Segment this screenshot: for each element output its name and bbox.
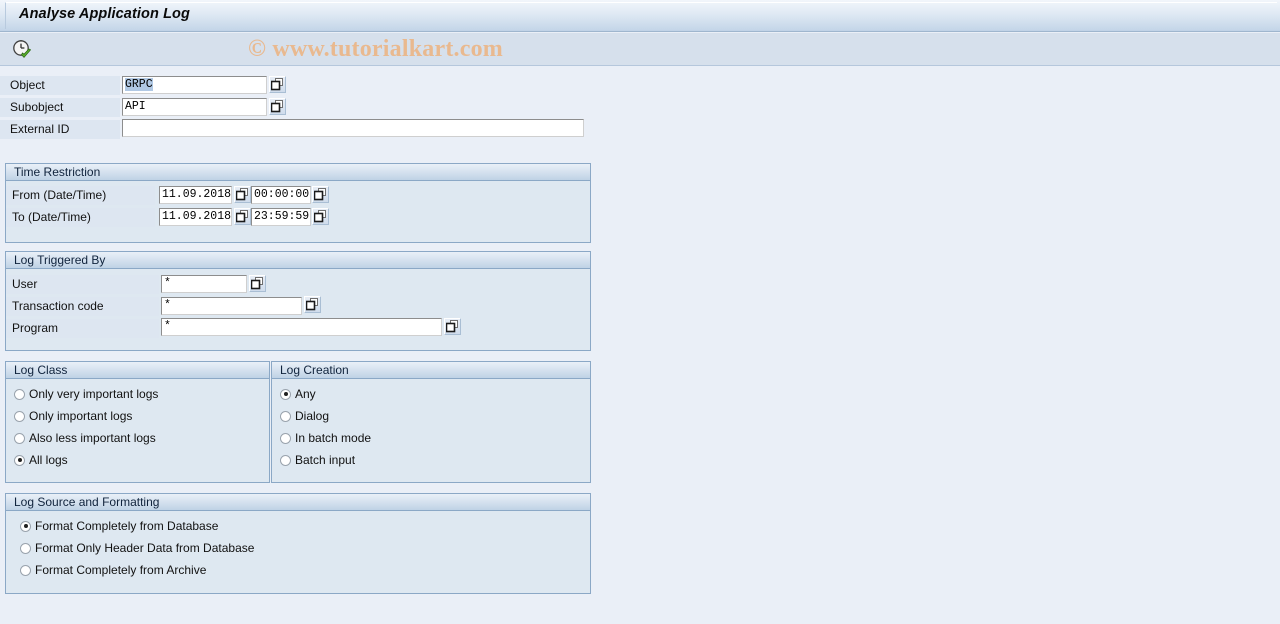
radio-label: Format Completely from Archive [35, 563, 207, 577]
object-matchcode-button[interactable] [269, 76, 286, 93]
external-id-input[interactable] [122, 119, 584, 137]
matchcode-icon [271, 100, 283, 113]
subobject-matchcode-button[interactable] [269, 98, 286, 115]
radio-format-completely-from-archive[interactable]: Format Completely from Archive [20, 563, 206, 577]
time-restriction-header: Time Restriction [6, 164, 590, 181]
radio-format-only-header-data-from-database[interactable]: Format Only Header Data from Database [20, 541, 254, 555]
object-input-value: GRPC [125, 78, 153, 91]
matchcode-icon [236, 188, 248, 201]
transaction-code-input[interactable]: * [161, 297, 302, 315]
to-time-input[interactable]: 23:59:59 [251, 208, 311, 226]
from-date-matchcode-button[interactable] [234, 186, 251, 203]
radio-dot [280, 388, 291, 400]
application-toolbar [0, 33, 1280, 66]
log-source-title: Log Source and Formatting [14, 495, 160, 509]
log-creation-title: Log Creation [280, 363, 349, 377]
label-subobject: Subobject [10, 100, 64, 114]
from-time-input[interactable]: 00:00:00 [251, 186, 311, 204]
radio-format-completely-from-database[interactable]: Format Completely from Database [20, 519, 218, 533]
radio-label: Format Completely from Database [35, 519, 219, 533]
radio-dot [20, 542, 31, 554]
label-to-datetime: To (Date/Time) [12, 210, 91, 224]
subobject-input[interactable]: API [122, 98, 267, 116]
page-title: Analyse Application Log [19, 6, 190, 22]
radio-label: Batch input [295, 453, 356, 467]
radio-label: Dialog [295, 409, 330, 423]
radio-dot [14, 454, 25, 466]
matchcode-icon [446, 320, 458, 333]
label-program: Program [12, 321, 59, 335]
log-creation-header: Log Creation [272, 362, 590, 379]
radio-only-important-logs[interactable]: Only important logs [14, 409, 132, 423]
subobject-input-value: API [125, 100, 146, 113]
time-restriction-title: Time Restriction [14, 165, 101, 179]
radio-also-less-important-logs[interactable]: Also less important logs [14, 431, 156, 445]
label-external-id: External ID [10, 122, 70, 136]
radio-any[interactable]: Any [280, 387, 316, 401]
execute-button[interactable] [11, 38, 33, 60]
radio-dot [14, 410, 25, 422]
log-class-title: Log Class [14, 363, 68, 377]
from-time-value: 00:00:00 [254, 188, 310, 201]
radio-dot [20, 564, 31, 576]
radio-dot [20, 520, 31, 532]
window-title-bar: Analyse Application Log [0, 0, 1280, 32]
label-object: Object [10, 78, 45, 92]
radio-in-batch-mode[interactable]: In batch mode [280, 431, 371, 445]
radio-label: Only very important logs [29, 387, 159, 401]
matchcode-icon [271, 78, 283, 91]
log-class-header: Log Class [6, 362, 269, 379]
to-date-matchcode-button[interactable] [234, 208, 251, 225]
title-bar-inner-bevel [5, 2, 1277, 29]
user-input-value: * [164, 277, 171, 290]
matchcode-icon [306, 298, 318, 311]
radio-only-very-important-logs[interactable]: Only very important logs [14, 387, 158, 401]
label-transaction-code: Transaction code [12, 299, 104, 313]
radio-dot [14, 432, 25, 444]
to-time-matchcode-button[interactable] [312, 208, 329, 225]
log-triggered-by-header: Log Triggered By [6, 252, 590, 269]
radio-dot [14, 388, 25, 400]
to-date-input[interactable]: 11.09.2018 [159, 208, 232, 226]
program-input-value: * [164, 320, 171, 333]
program-input[interactable]: * [161, 318, 442, 336]
site-watermark: © www.tutorialkart.com [248, 36, 503, 62]
radio-dot [280, 454, 291, 466]
object-input[interactable]: GRPC [122, 76, 267, 94]
transaction-code-matchcode-button[interactable] [304, 296, 321, 313]
user-input[interactable]: * [161, 275, 247, 293]
to-date-value: 11.09.2018 [162, 210, 232, 223]
transaction-code-input-value: * [164, 299, 171, 312]
radio-label: Any [295, 387, 316, 401]
matchcode-icon [251, 277, 263, 290]
radio-dialog[interactable]: Dialog [280, 409, 329, 423]
matchcode-icon [314, 210, 326, 223]
radio-label: Format Only Header Data from Database [35, 541, 255, 555]
from-date-input[interactable]: 11.09.2018 [159, 186, 232, 204]
radio-dot [280, 432, 291, 444]
clock-check-icon [13, 40, 31, 58]
matchcode-icon [314, 188, 326, 201]
radio-label: In batch mode [295, 431, 372, 445]
from-time-matchcode-button[interactable] [312, 186, 329, 203]
label-from-datetime: From (Date/Time) [12, 188, 107, 202]
user-matchcode-button[interactable] [249, 275, 266, 292]
program-matchcode-button[interactable] [444, 318, 461, 335]
to-time-value: 23:59:59 [254, 210, 310, 223]
radio-label: Only important logs [29, 409, 133, 423]
matchcode-icon [236, 210, 248, 223]
log-source-header: Log Source and Formatting [6, 494, 590, 511]
radio-all-logs[interactable]: All logs [14, 453, 68, 467]
radio-label: Also less important logs [29, 431, 156, 445]
radio-batch-input[interactable]: Batch input [280, 453, 355, 467]
label-user: User [12, 277, 38, 291]
radio-label: All logs [29, 453, 68, 467]
radio-dot [280, 410, 291, 422]
from-date-value: 11.09.2018 [162, 188, 232, 201]
log-triggered-by-title: Log Triggered By [14, 253, 106, 267]
